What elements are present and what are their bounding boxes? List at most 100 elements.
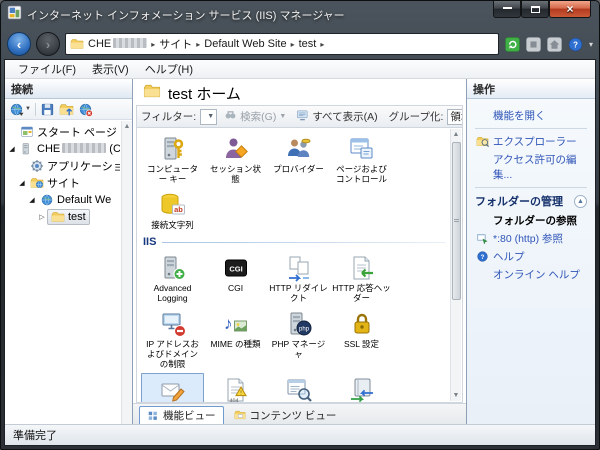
expander-expanded-icon[interactable]: ◢ <box>7 145 17 153</box>
advanced-logging-icon <box>159 254 187 282</box>
restart-icon <box>504 36 521 53</box>
breadcrumb[interactable]: CHE▸サイト▸Default Web Site▸test▸ <box>65 33 499 55</box>
breadcrumb-item[interactable]: test <box>299 38 317 50</box>
group-by-select[interactable]: 領域▼ <box>447 109 463 125</box>
ip-domain-restrictions-icon <box>159 310 187 338</box>
action-link[interactable]: *:80 (http) 参照 <box>475 231 587 246</box>
stop-icon[interactable] <box>525 35 543 53</box>
server-icon <box>20 142 34 156</box>
connections-toolbar: ▼ <box>5 99 132 120</box>
expander-expanded-icon[interactable]: ◢ <box>17 179 27 187</box>
connections-scrollbar[interactable]: ▲ <box>121 121 132 424</box>
action-link[interactable]: アクセス許可の編集... <box>475 152 587 182</box>
restart-icon[interactable] <box>504 35 522 53</box>
window-title: インターネット インフォメーション サービス (IIS) マネージャー <box>27 7 345 23</box>
status-text: 準備完了 <box>13 427 57 443</box>
tree-item-che[interactable]: ◢CHE (C <box>7 140 120 157</box>
ssl-settings-icon <box>348 310 376 338</box>
chevron-right-icon[interactable]: ▸ <box>196 40 200 49</box>
chevron-right-icon[interactable]: ▸ <box>151 40 155 49</box>
menu-item[interactable]: ヘルプ(H) <box>138 60 200 78</box>
mime-types-icon: ♪ <box>222 310 250 338</box>
action-link[interactable]: ?ヘルプ <box>475 249 587 264</box>
content-view-icon <box>234 409 246 421</box>
feature-view-panel: test ホーム フィルター: ▼ 検索(G) ▼ すべて表示(A) <box>133 79 467 424</box>
action-link[interactable]: オンライン ヘルプ <box>475 267 587 282</box>
combo-arrow-icon[interactable]: ▼ <box>203 113 214 120</box>
help-icon: ? <box>476 250 489 263</box>
feature-directory-browsing[interactable]: ディレクトリの参照 <box>267 373 330 403</box>
breadcrumb-item[interactable]: サイト <box>159 36 192 52</box>
create-connection-button[interactable]: ▼ <box>9 102 31 117</box>
expander-collapsed-icon[interactable]: ▷ <box>37 213 47 221</box>
action-label: フォルダーの参照 <box>475 213 587 228</box>
back-button[interactable]: ‹ <box>7 32 31 56</box>
maximize-button[interactable] <box>521 1 549 18</box>
chevron-right-icon[interactable]: ▸ <box>320 40 324 49</box>
feature-connection-strings[interactable]: ab接続文字列 <box>141 188 204 232</box>
scroll-up-icon[interactable]: ▲ <box>453 129 460 140</box>
tree-item--[interactable]: アプリケーショ <box>7 157 120 174</box>
features-area: コンピューター キーセッション状態プロバイダーページおよびコントロール ab接続文… <box>136 128 463 403</box>
feature-url-rewrite[interactable]: URL 書き換え <box>141 373 204 403</box>
create-connection-icon <box>9 102 24 117</box>
feature-advanced-logging[interactable]: Advanced Logging <box>141 251 204 305</box>
forward-button[interactable]: › <box>36 32 60 56</box>
help-icon: ? <box>567 36 584 53</box>
filter-input[interactable]: ▼ <box>200 109 217 125</box>
home-icon[interactable] <box>546 35 564 53</box>
main-area: 接続 ▼ スタート ページ◢CHE (Cアプリケーショ◢サイト◢Default … <box>5 79 595 424</box>
feature-http-redirect[interactable]: HTTP リダイレクト <box>267 251 330 305</box>
actions-header: 操作 <box>467 79 595 99</box>
delete-connection-button[interactable] <box>78 102 93 117</box>
tree-item--[interactable]: ◢サイト <box>7 174 120 191</box>
view-tabs: 機能ビューコンテンツ ビュー <box>133 403 466 424</box>
app-logo-icon <box>7 5 22 20</box>
feature-error-pages[interactable]: !404エラー ページ <box>204 373 267 403</box>
group-by-label: グループ化: <box>389 109 444 124</box>
menu-item[interactable]: 表示(V) <box>85 60 136 78</box>
tree-item-test[interactable]: ▷test <box>7 208 120 225</box>
feature-session-state[interactable]: セッション状態 <box>204 132 267 186</box>
feature-php-manager[interactable]: phpPHP マネージャ <box>267 307 330 371</box>
divider <box>475 187 587 188</box>
scroll-down-icon[interactable]: ▼ <box>453 390 460 401</box>
collapse-chevron-icon[interactable]: ▲ <box>574 195 587 208</box>
feature-handler-mappings[interactable]: ハンドラー マッピング <box>330 373 393 403</box>
scrollbar-thumb[interactable] <box>452 142 461 300</box>
menu-item[interactable]: ファイル(F) <box>11 60 83 78</box>
action-link[interactable]: エクスプローラー <box>475 134 587 149</box>
close-button[interactable]: × <box>549 1 591 18</box>
tab-content-view[interactable]: コンテンツ ビュー <box>227 406 344 424</box>
feature-ip-domain-restrictions[interactable]: IP アドレスおよびドメインの制限 <box>141 307 204 371</box>
tree-item-default-we[interactable]: ◢Default We <box>7 191 120 208</box>
breadcrumb-item[interactable]: Default Web Site <box>204 38 286 50</box>
redacted-text <box>62 143 106 153</box>
show-all-button[interactable]: すべて表示(A) <box>293 108 380 126</box>
feature-pages-controls[interactable]: ページおよびコントロール <box>330 132 393 186</box>
search-dropdown-icon[interactable]: ▼ <box>279 113 286 120</box>
feature-providers[interactable]: プロバイダー <box>267 132 330 186</box>
action-link[interactable]: 機能を開く <box>475 108 587 123</box>
feature-mime-types[interactable]: ♪MIME の種類 <box>204 307 267 371</box>
divider <box>475 128 587 129</box>
breadcrumb-item[interactable]: CHE <box>88 38 147 50</box>
feature-ssl-settings[interactable]: SSL 設定 <box>330 307 393 371</box>
tree-item--[interactable]: スタート ページ <box>7 123 120 140</box>
forward-arrow-icon: › <box>46 38 50 51</box>
chevron-right-icon[interactable]: ▸ <box>291 40 295 49</box>
scroll-up-icon[interactable]: ▲ <box>124 121 131 132</box>
up-one-level-button[interactable] <box>59 102 74 117</box>
save-connections-button[interactable] <box>40 102 55 117</box>
feature-cgi[interactable]: CGICGI <box>204 251 267 305</box>
help-dropdown-icon[interactable]: ▾ <box>589 40 593 49</box>
features-view-icon <box>147 410 159 422</box>
tab-features-view[interactable]: 機能ビュー <box>139 406 224 424</box>
minimize-button[interactable] <box>493 1 521 18</box>
help-icon[interactable]: ? <box>567 35 585 53</box>
features-scrollbar[interactable]: ▲ ▼ <box>450 129 461 401</box>
feature-machine-key[interactable]: コンピューター キー <box>141 132 204 186</box>
expander-expanded-icon[interactable]: ◢ <box>27 196 37 204</box>
feature-http-response-headers[interactable]: HTTP 応答ヘッダー <box>330 251 393 305</box>
search-button[interactable]: 検索(G) ▼ <box>221 108 289 126</box>
